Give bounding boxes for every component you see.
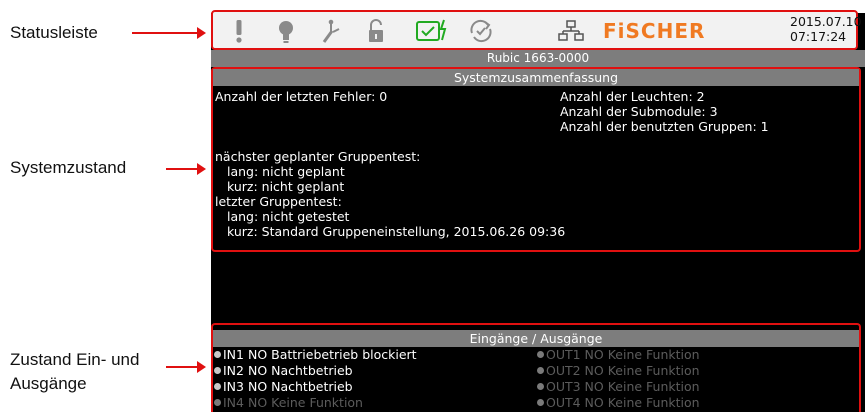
input-item-4[interactable]: IN4 NO Keine Funktion (214, 395, 363, 410)
callout-arrow (166, 163, 206, 175)
last-group-test-title: letzter Gruppentest: (215, 194, 342, 209)
callout-arrow (166, 361, 206, 373)
last-test-short: kurz: Standard Gruppeneinstellung, 2015.… (227, 224, 566, 239)
test-tool-icon[interactable] (318, 18, 344, 44)
last-test-long: lang: nicht getestet (227, 209, 350, 224)
next-test-long: lang: nicht geplant (227, 164, 345, 179)
output-label: OUT1 NO Keine Funktion (546, 347, 700, 362)
input-item-1[interactable]: IN1 NO Battriebetrieb blockiert (214, 347, 417, 362)
input-item-3[interactable]: IN3 NO Nachtbetrieb (214, 379, 353, 394)
status-dot-icon (214, 367, 221, 374)
alarm-icon[interactable] (226, 18, 252, 44)
lamp-icon[interactable] (273, 18, 299, 44)
next-test-short: kurz: nicht geplant (227, 179, 345, 194)
lamp-count: Anzahl der Leuchten: 2 (560, 89, 705, 104)
date-time: 2015.07.10 07:17:24 (790, 14, 862, 44)
group-count: Anzahl der benutzten Gruppen: 1 (560, 119, 769, 134)
callout-systemzustand: Systemzustand (10, 158, 127, 177)
input-item-2[interactable]: IN2 NO Nachtbetrieb (214, 363, 353, 378)
device-title: Rubic 1663-0000 (211, 50, 865, 67)
time: 07:17:24 (790, 29, 847, 44)
status-dot-icon (537, 367, 544, 374)
output-item-4[interactable]: OUT4 NO Keine Funktion (537, 395, 700, 410)
status-dot-icon (537, 399, 544, 406)
battery-charging-icon[interactable] (415, 18, 449, 44)
input-label: IN3 NO Nachtbetrieb (223, 379, 353, 394)
input-label: IN4 NO Keine Funktion (223, 395, 363, 410)
network-icon[interactable] (558, 18, 584, 44)
unlock-icon[interactable] (363, 18, 389, 44)
system-summary: Systemzusammenfassung Anzahl der letzten… (211, 67, 861, 252)
callout-io-line1: Zustand Ein- und (10, 350, 140, 369)
status-dot-icon (214, 399, 221, 406)
system-summary-header: Systemzusammenfassung (213, 69, 859, 86)
io-panel: Eingänge / Ausgänge IN1 NO Battriebetrie… (211, 323, 861, 412)
submodule-count: Anzahl der Submodule: 3 (560, 104, 718, 119)
callout-arrow (132, 27, 206, 39)
output-label: OUT2 NO Keine Funktion (546, 363, 700, 378)
status-dot-icon (214, 351, 221, 358)
output-item-3[interactable]: OUT3 NO Keine Funktion (537, 379, 700, 394)
input-label: IN1 NO Battriebetrieb blockiert (223, 347, 417, 362)
output-item-1[interactable]: OUT1 NO Keine Funktion (537, 347, 700, 362)
status-dot-icon (214, 383, 221, 390)
callout-io-line2: Ausgänge (10, 374, 87, 393)
status-dot-icon (537, 383, 544, 390)
callout-statusleiste: Statusleiste (10, 23, 98, 42)
last-errors-count: Anzahl der letzten Fehler: 0 (215, 89, 388, 104)
status-bar: FiSCHER 2015.07.10 07:17:24 (211, 10, 862, 50)
input-label: IN2 NO Nachtbetrieb (223, 363, 353, 378)
next-group-test-title: nächster geplanter Gruppentest: (215, 149, 421, 164)
output-label: OUT4 NO Keine Funktion (546, 395, 700, 410)
output-label: OUT3 NO Keine Funktion (546, 379, 700, 394)
status-dot-icon (537, 351, 544, 358)
refresh-check-icon[interactable] (468, 18, 494, 44)
date: 2015.07.10 (790, 14, 862, 29)
io-header: Eingänge / Ausgänge (213, 330, 859, 347)
output-item-2[interactable]: OUT2 NO Keine Funktion (537, 363, 700, 378)
brand-logo: FiSCHER (603, 19, 706, 43)
